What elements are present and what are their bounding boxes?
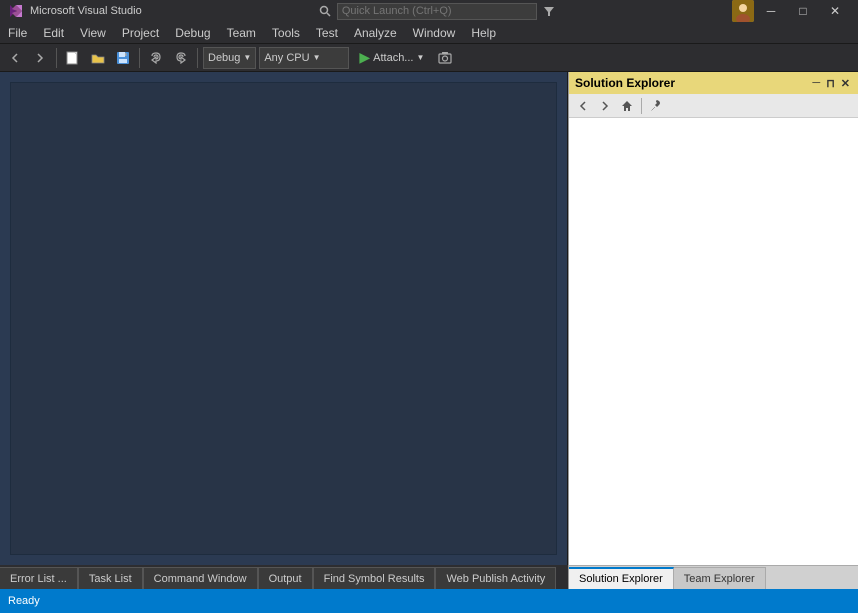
menu-analyze[interactable]: Analyze (346, 23, 405, 43)
open-button[interactable] (87, 47, 109, 69)
status-bar: Ready (0, 589, 858, 613)
attach-button[interactable]: ▶ Attach... ▼ (352, 47, 431, 69)
menu-edit[interactable]: Edit (35, 23, 72, 43)
new-project-button[interactable] (62, 47, 84, 69)
platform-arrow: ▼ (313, 53, 321, 62)
debug-config-arrow: ▼ (243, 53, 251, 62)
center-area: Error List ... Task List Command Window … (0, 72, 858, 589)
close-button[interactable]: ✕ (820, 0, 850, 22)
se-toolbar-sep (641, 98, 642, 114)
screenshot-button[interactable] (434, 47, 456, 69)
vs-logo-icon (8, 3, 24, 19)
tab-task-list[interactable]: Task List (78, 567, 143, 589)
se-content (569, 118, 858, 565)
debug-config-label: Debug (208, 52, 240, 64)
editor-inner (10, 82, 557, 555)
tab-output[interactable]: Output (258, 567, 313, 589)
title-bar-left: Microsoft Visual Studio (8, 3, 142, 19)
redo-button[interactable] (170, 47, 192, 69)
restore-button[interactable]: □ (788, 0, 818, 22)
toolbar-sep-1 (56, 48, 57, 68)
menu-team[interactable]: Team (219, 23, 264, 43)
se-title: Solution Explorer (575, 76, 675, 90)
undo-icon (150, 52, 162, 64)
back-button[interactable] (4, 47, 26, 69)
se-forward-icon (599, 100, 611, 112)
left-side: Error List ... Task List Command Window … (0, 72, 568, 589)
se-wrench-icon (650, 100, 662, 112)
se-title-controls: ─ ⊓ ✕ (810, 77, 852, 90)
se-tab-team-explorer[interactable]: Team Explorer (674, 567, 766, 589)
debug-config-dropdown[interactable]: Debug ▼ (203, 47, 256, 69)
camera-icon (438, 51, 452, 65)
forward-button[interactable] (29, 47, 51, 69)
toolbar: Debug ▼ Any CPU ▼ ▶ Attach... ▼ (0, 44, 858, 72)
se-properties-button[interactable] (646, 97, 666, 115)
redo-icon (175, 52, 187, 64)
tab-find-symbol[interactable]: Find Symbol Results (313, 567, 436, 589)
se-close-button[interactable]: ✕ (839, 77, 852, 90)
platform-label: Any CPU (264, 52, 309, 64)
user-avatar (732, 0, 754, 22)
open-icon (91, 51, 105, 65)
new-icon (66, 51, 80, 65)
save-icon (116, 51, 130, 65)
se-pin-button[interactable]: ⊓ (824, 77, 837, 90)
title-bar: Microsoft Visual Studio ─ □ (0, 0, 858, 22)
se-tab-solution-explorer[interactable]: Solution Explorer (569, 567, 674, 589)
menu-tools[interactable]: Tools (264, 23, 308, 43)
forward-icon (34, 52, 46, 64)
se-home-button[interactable] (617, 97, 637, 115)
save-button[interactable] (112, 47, 134, 69)
solution-explorer-panel: Solution Explorer ─ ⊓ ✕ (568, 72, 858, 589)
toolbar-sep-2 (139, 48, 140, 68)
menu-bar: File Edit View Project Debug Team Tools … (0, 22, 858, 44)
tab-command-window[interactable]: Command Window (143, 567, 258, 589)
se-back-icon (577, 100, 589, 112)
editor-area[interactable] (0, 72, 568, 565)
minimize-button[interactable]: ─ (756, 0, 786, 22)
menu-project[interactable]: Project (114, 23, 167, 43)
se-back-button[interactable] (573, 97, 593, 115)
menu-test[interactable]: Test (308, 23, 346, 43)
menu-help[interactable]: Help (463, 23, 504, 43)
app-window: Microsoft Visual Studio ─ □ (0, 0, 858, 613)
toolbar-sep-3 (197, 48, 198, 68)
menu-view[interactable]: View (72, 23, 114, 43)
search-icon (319, 5, 331, 17)
tab-web-publish[interactable]: Web Publish Activity (435, 567, 556, 589)
quick-launch-input[interactable] (337, 3, 537, 20)
menu-file[interactable]: File (0, 23, 35, 43)
bottom-tabs: Error List ... Task List Command Window … (0, 565, 568, 589)
se-auto-hide-button[interactable]: ─ (810, 77, 822, 89)
filter-icon (543, 5, 555, 17)
se-bottom-tabs: Solution Explorer Team Explorer (569, 565, 858, 589)
menu-window[interactable]: Window (405, 23, 464, 43)
status-text: Ready (8, 595, 40, 607)
se-title-bar: Solution Explorer ─ ⊓ ✕ (569, 72, 858, 94)
attach-label: Attach... (373, 52, 413, 64)
se-home-icon (621, 100, 633, 112)
play-icon: ▶ (359, 49, 370, 66)
back-icon (9, 52, 21, 64)
title-bar-controls: ─ □ ✕ (732, 0, 850, 22)
se-toolbar (569, 94, 858, 118)
tab-error-list[interactable]: Error List ... (0, 567, 78, 589)
attach-arrow: ▼ (416, 53, 424, 62)
platform-dropdown[interactable]: Any CPU ▼ (259, 47, 349, 69)
menu-debug[interactable]: Debug (167, 23, 218, 43)
app-title: Microsoft Visual Studio (30, 5, 142, 17)
se-forward-button[interactable] (595, 97, 615, 115)
quick-launch-area (142, 3, 732, 20)
undo-button[interactable] (145, 47, 167, 69)
